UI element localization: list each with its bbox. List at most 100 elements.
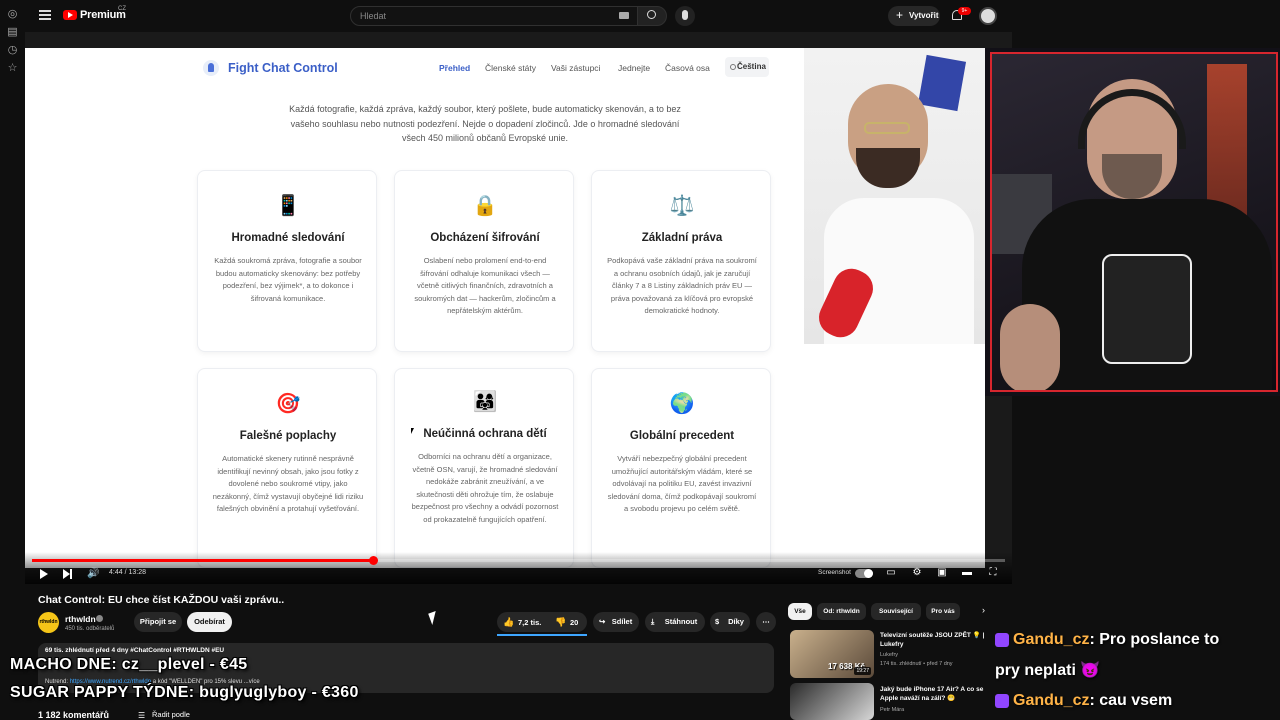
related-thumbnail[interactable]: 17 638 Kč 19:27 <box>790 630 874 678</box>
plus-icon: + <box>896 8 904 22</box>
sort-button[interactable]: Řadit podle <box>152 710 190 719</box>
nav-timeline: Časová osa <box>665 63 710 73</box>
channel-avatar[interactable]: rthwldn <box>38 612 59 633</box>
chip-from-channel[interactable]: Od: rthwldn <box>817 603 866 620</box>
chat-message: Gandu_cz: cau vsem <box>995 692 1172 710</box>
related-channel[interactable]: Lukefry <box>880 651 898 659</box>
download-icon: ⤓ <box>651 617 655 626</box>
related-title[interactable]: Jaký bude iPhone 17 Air? A co se Apple n… <box>880 685 985 703</box>
next-icon[interactable] <box>63 569 72 579</box>
keyboard-icon[interactable] <box>619 12 629 19</box>
site-title: Fight Chat Control <box>228 61 338 75</box>
channel-name[interactable]: rthwldn <box>65 614 96 624</box>
settings-gear-icon[interactable]: ⚙ <box>911 567 923 579</box>
nav-representatives: Vaši zástupci <box>551 63 601 73</box>
chevron-right-icon[interactable]: › <box>982 605 985 615</box>
nav-overview: Přehled <box>439 63 471 73</box>
related-thumbnail[interactable] <box>790 683 874 720</box>
region-code: CZ <box>118 6 126 12</box>
chat-username: Gandu_cz <box>1013 692 1090 709</box>
microphone-icon <box>682 10 688 20</box>
lock-icon: 🔒 <box>472 195 498 217</box>
card-text: Oslabení nebo prolomení end-to-end šifro… <box>414 256 556 315</box>
youtube-left-rail: ◎ ▤ ◷ ☆ <box>0 0 25 720</box>
youtube-logo-icon[interactable] <box>63 10 77 20</box>
play-icon[interactable] <box>40 569 48 579</box>
phone-icon: 📱 <box>275 195 301 217</box>
scales-icon: ⚖️ <box>669 195 695 217</box>
sort-icon[interactable]: ☰ <box>138 711 145 720</box>
star-icon[interactable]: ☆ <box>6 62 19 75</box>
subscriptions-icon[interactable]: ▤ <box>6 26 19 39</box>
mouse-pointer-icon <box>428 610 440 626</box>
card-text: Podkopává vaše základní práva na soukrom… <box>607 256 757 315</box>
globe-icon <box>730 64 736 70</box>
like-count[interactable]: 7,2 tis. <box>518 618 541 627</box>
tattooed-arm <box>1000 304 1060 390</box>
youtube-top-bar: Premium CZ Hledat Vytvořit + 9+ <box>25 0 1012 32</box>
chip-all[interactable]: Vše <box>788 603 812 620</box>
family-icon: 👨‍👩‍👧 <box>472 391 498 413</box>
subscribe-button[interactable]: Odebírat <box>187 612 232 632</box>
video-player[interactable]: Fight Chat Control Přehled Členské státy… <box>25 32 1012 584</box>
card-title: Neúčinná ochrana dětí <box>423 428 547 440</box>
card-title: Obcházení šifrování <box>430 232 540 244</box>
glasses <box>864 122 910 134</box>
chip-related[interactable]: Související <box>871 603 921 620</box>
shield-icon <box>203 60 219 76</box>
menu-icon[interactable] <box>39 10 51 20</box>
miniplayer-icon[interactable]: ▣ <box>936 567 948 579</box>
chat-text: : Pro poslance to <box>1089 631 1220 648</box>
nav-act: Jednejte <box>618 63 651 73</box>
volume-icon[interactable]: 🔊 <box>87 568 99 579</box>
like-ratio-bar <box>497 634 587 636</box>
autoplay-toggle[interactable] <box>855 569 873 578</box>
related-channel[interactable]: Petr Mára <box>880 706 904 714</box>
card-encryption: 🔒 Obcházení šifrování Oslabení nebo prol… <box>394 170 574 352</box>
related-title[interactable]: Televizní soutěže JSOU ZPĚT 💡 | Lukefry <box>880 631 985 649</box>
theater-mode-icon[interactable]: ▬ <box>961 567 973 579</box>
dislike-icon[interactable]: 👎 <box>555 617 566 628</box>
more-actions-icon[interactable]: ⋯ <box>756 612 776 632</box>
chat-message: Gandu_cz: Pro poslance to <box>995 631 1219 649</box>
target-icon: 🎯 <box>275 393 301 415</box>
globe-icon: 🌍 <box>669 393 695 415</box>
explore-icon[interactable]: ◎ <box>6 8 19 21</box>
card-fundamental-rights: ⚖️ Základní práva Podkopává vaše základn… <box>591 170 771 352</box>
progress-scrubber[interactable] <box>369 556 378 565</box>
video-duration: 19:27 <box>854 667 871 675</box>
share-icon: ↪ <box>599 617 606 626</box>
time-display: 4:44 / 13:28 <box>109 569 146 576</box>
card-false-alarms: 🎯 Falešné poplachy Automatické skenery r… <box>197 368 377 568</box>
card-child-protection: 👨‍👩‍👧 Neúčinná ochrana dětí Odborníci na… <box>394 368 574 568</box>
card-mass-surveillance: 📱 Hromadné sledování Každá soukromá zprá… <box>197 170 377 352</box>
like-icon[interactable]: 👍 <box>503 617 514 628</box>
card-title: Základní práva <box>641 232 723 244</box>
screenshot-label: Screenshot <box>818 569 851 576</box>
account-avatar[interactable] <box>979 7 997 25</box>
search-placeholder: Hledat <box>360 11 387 21</box>
card-title: Hromadné sledování <box>231 232 345 244</box>
chat-badge-icon <box>995 632 1009 647</box>
shirt-print <box>1102 254 1192 364</box>
donation-sugar-pappy: SUGAR PAPPY TÝDNE: buglyuglyboy - €360 <box>10 684 359 701</box>
join-button[interactable]: Připojit se <box>134 612 182 632</box>
dislike-count[interactable]: 20 <box>570 618 578 627</box>
subtitles-icon[interactable]: ▭ <box>885 567 897 579</box>
card-text: Odborníci na ochranu dětí a organizace, … <box>411 452 559 524</box>
comments-count: 1 182 komentářů <box>38 710 110 720</box>
fullscreen-icon[interactable]: ⛶ <box>987 567 999 579</box>
search-input[interactable] <box>350 6 640 26</box>
streamer-webcam <box>985 48 1280 396</box>
donation-macho: MACHO DNE: cz__plevel - €45 <box>10 656 248 673</box>
chat-username: Gandu_cz <box>1013 631 1090 648</box>
youtuber-beard <box>856 148 920 188</box>
card-title: Globální precedent <box>629 430 735 442</box>
chip-for-you[interactable]: Pro vás <box>926 603 960 620</box>
history-icon[interactable]: ◷ <box>6 44 19 57</box>
card-text: Automatické skenery rutinně nesprávně id… <box>212 454 364 513</box>
intro-text: Každá fotografie, každá zpráva, každý so… <box>289 104 681 143</box>
search-icon <box>647 10 656 19</box>
card-text: Každá soukromá zpráva, fotografie a soub… <box>214 256 362 303</box>
webcam-frame <box>990 52 1278 392</box>
